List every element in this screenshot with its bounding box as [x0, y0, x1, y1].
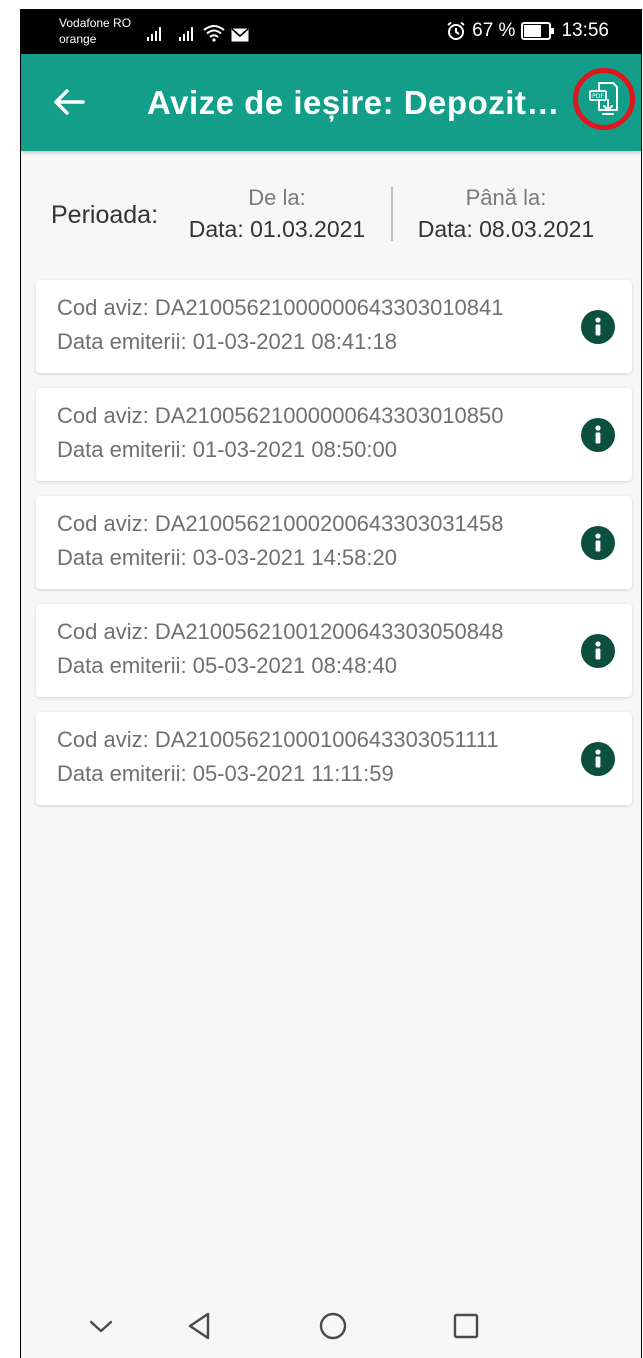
system-nav-bar: [21, 1294, 641, 1358]
pdf-download-button[interactable]: PDF: [573, 68, 635, 130]
period-filter: Perioada: De la: Data: 01.03.2021 Până l…: [21, 151, 641, 261]
aviz-code: Cod aviz: DA21005621000100643303051111: [57, 727, 499, 752]
date-to-label: Până la:: [465, 185, 547, 210]
signal-icon: [147, 27, 161, 41]
wifi-icon: [203, 25, 225, 42]
alarm-icon: [447, 21, 465, 40]
status-bar: Vodafone RO orange 67 % 13:56: [21, 10, 641, 54]
aviz-code: Cod aviz: DA21005621001200643303050848: [57, 619, 504, 644]
period-label: Perioada:: [51, 201, 159, 229]
back-button[interactable]: [49, 82, 89, 122]
aviz-date: Data emiterii: 01-03-2021 08:41:18: [57, 329, 397, 354]
aviz-card[interactable]: Cod aviz: DA21005621001200643303050848 D…: [36, 604, 632, 697]
info-button[interactable]: [581, 634, 615, 668]
app-bar: Avize de ieșire: Depozit… PDF: [21, 54, 641, 151]
home-circle-icon: [319, 1312, 347, 1340]
aviz-date: Data emiterii: 05-03-2021 08:48:40: [57, 653, 397, 678]
aviz-date: Data emiterii: 03-03-2021 14:58:20: [57, 545, 397, 570]
info-icon: [595, 533, 601, 552]
date-to-value: Data: 08.03.2021: [417, 216, 595, 242]
aviz-card[interactable]: Cod aviz: DA21005621000100643303051111 D…: [36, 712, 632, 805]
date-from-value: Data: 01.03.2021: [188, 216, 366, 242]
aviz-card[interactable]: Cod aviz: DA21005621000200643303031458 D…: [36, 496, 632, 589]
info-icon: [595, 317, 601, 336]
info-button[interactable]: [581, 418, 615, 452]
period-divider: [391, 187, 393, 241]
aviz-code: Cod aviz: DA21005621000000643303010841: [57, 295, 504, 320]
pdf-download-icon: PDF: [589, 82, 618, 115]
aviz-code: Cod aviz: DA21005621000000643303010850: [57, 403, 504, 428]
battery-percent: 67 %: [472, 20, 516, 41]
mail-icon: [231, 28, 249, 42]
phone-screen: Vodafone RO orange 67 % 13:56 Avize de i…: [20, 9, 642, 1358]
info-icon: [595, 641, 601, 660]
info-button[interactable]: [581, 526, 615, 560]
date-to[interactable]: Până la: Data: 08.03.2021: [409, 183, 603, 245]
carrier-primary: Vodafone RO: [59, 16, 132, 30]
carrier-info: Vodafone RO orange: [59, 15, 131, 47]
arrow-back-icon: [54, 89, 85, 115]
aviz-card[interactable]: Cod aviz: DA21005621000000643303010850 D…: [36, 388, 632, 481]
carrier-secondary: orange: [59, 32, 97, 46]
aviz-date: Data emiterii: 05-03-2021 11:11:59: [57, 761, 394, 786]
page-title: Avize de ieșire: Depozit…: [147, 84, 560, 121]
status-icons-right: 67 % 13:56: [446, 20, 609, 42]
signal-icon: [179, 27, 193, 41]
status-time: 13:56: [561, 20, 609, 41]
date-from-label: De la:: [248, 185, 306, 210]
info-button[interactable]: [581, 742, 615, 776]
info-button[interactable]: [581, 310, 615, 344]
svg-text:PDF: PDF: [592, 93, 604, 100]
hide-nav-button[interactable]: [85, 1310, 117, 1342]
battery-icon: [521, 22, 555, 40]
back-triangle-icon: [188, 1312, 210, 1340]
nav-back-button[interactable]: [184, 1310, 216, 1342]
aviz-list: Cod aviz: DA21005621000000643303010841 D…: [36, 280, 632, 820]
recents-square-icon: [453, 1313, 479, 1339]
date-from[interactable]: De la: Data: 01.03.2021: [181, 183, 373, 245]
info-icon: [595, 749, 601, 768]
info-icon: [595, 425, 601, 444]
chevron-down-icon: [89, 1320, 113, 1333]
status-icons-left: [147, 22, 249, 42]
nav-home-button[interactable]: [317, 1310, 349, 1342]
nav-recents-button[interactable]: [450, 1310, 482, 1342]
aviz-card[interactable]: Cod aviz: DA21005621000000643303010841 D…: [36, 280, 632, 373]
aviz-code: Cod aviz: DA21005621000200643303031458: [57, 511, 504, 536]
aviz-date: Data emiterii: 01-03-2021 08:50:00: [57, 437, 397, 462]
